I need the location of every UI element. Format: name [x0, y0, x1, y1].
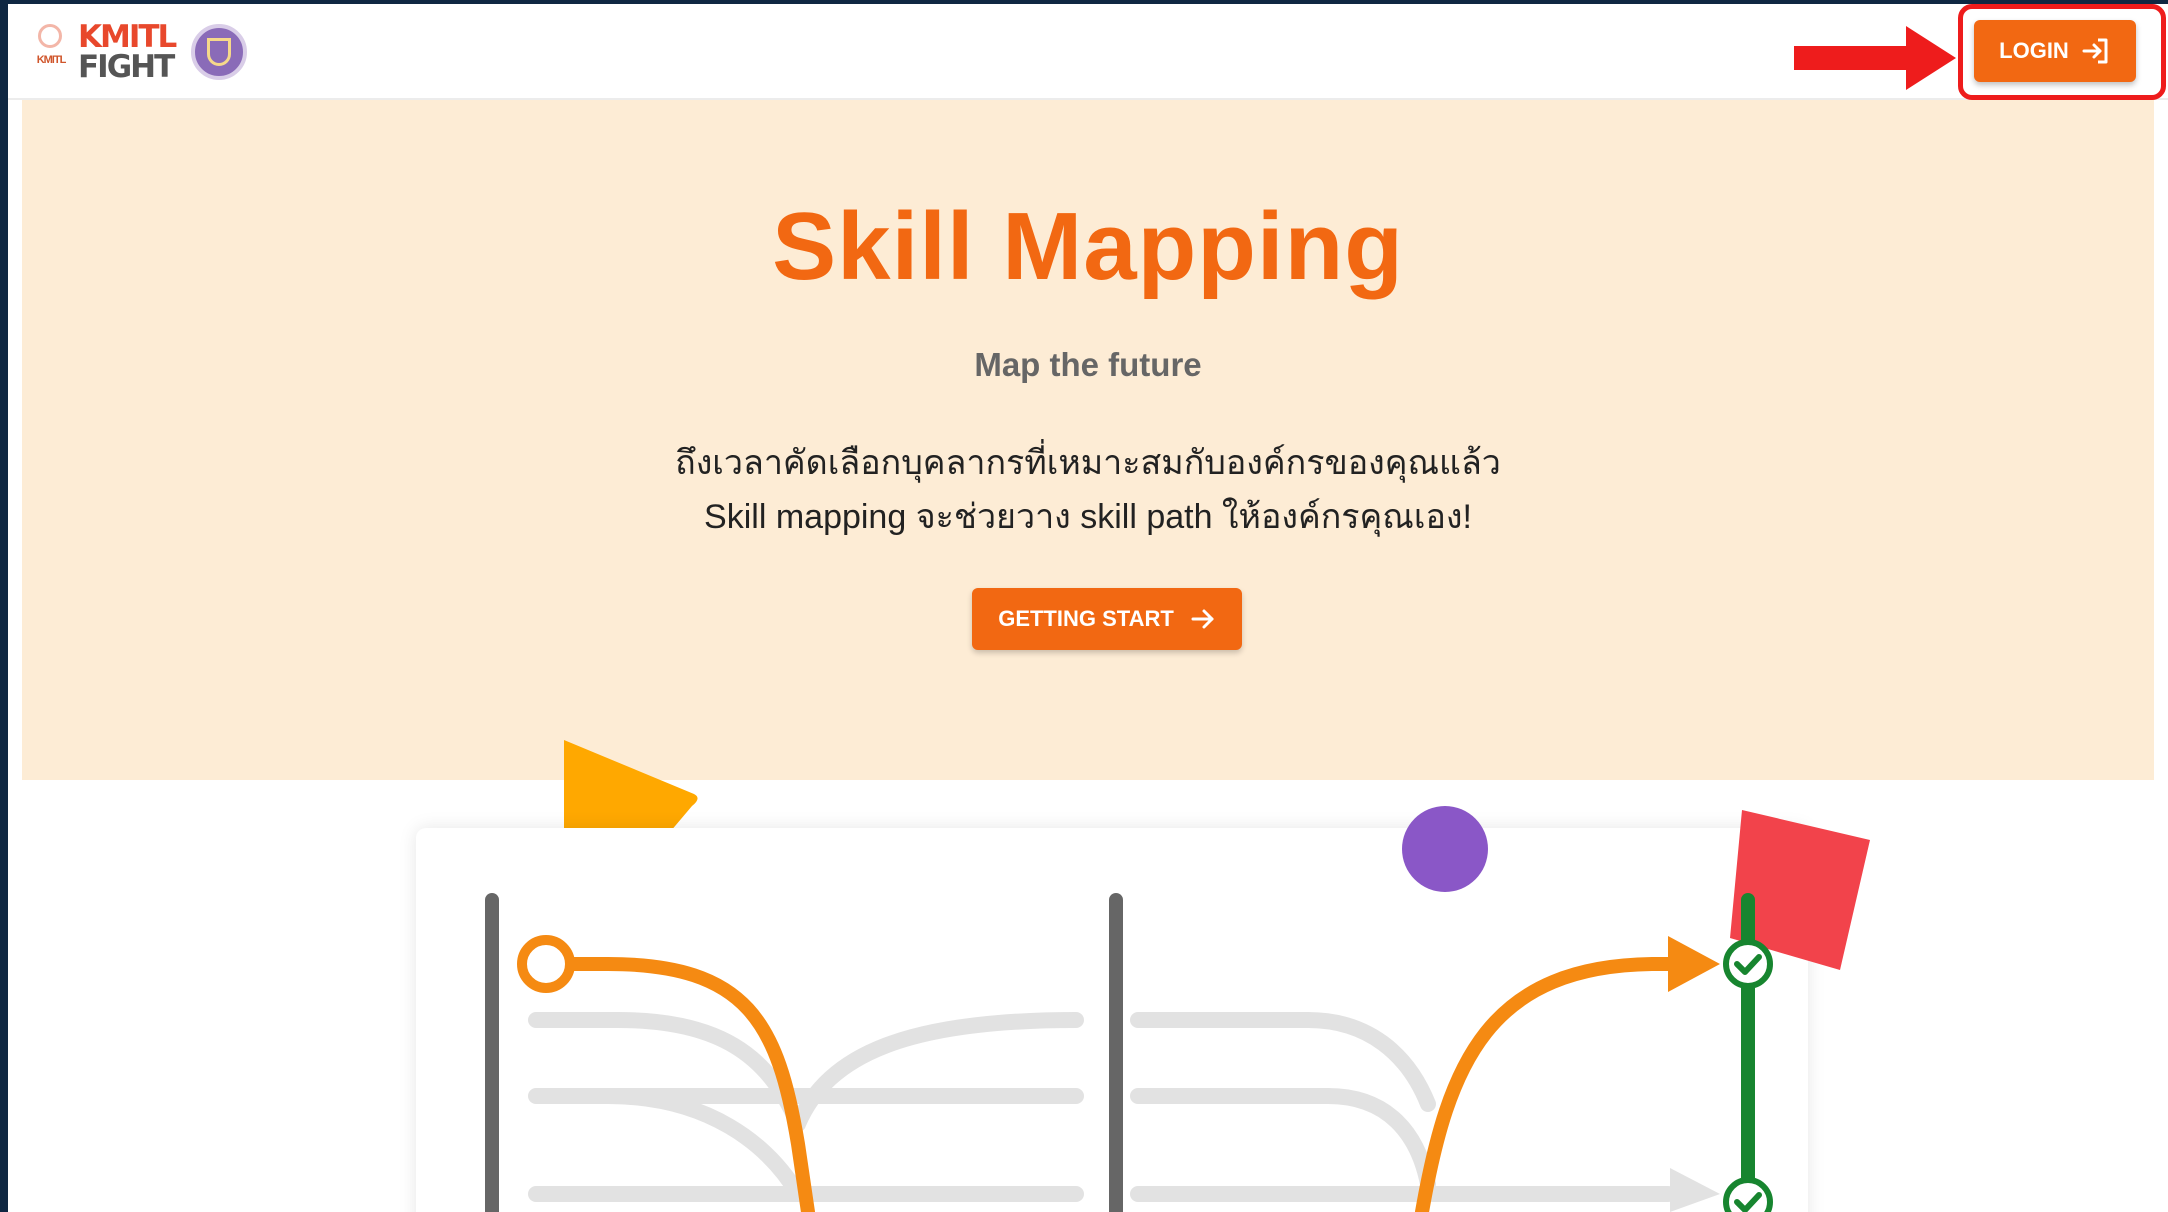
browser-viewport: KMITL KMITL FIGHT LOGIN Skill Mapping Ma…	[8, 4, 2168, 1212]
grey-arrowhead-icon	[1670, 1168, 1720, 1212]
check-circle-icon	[1723, 1177, 1773, 1212]
skill-path-diagram	[485, 893, 1773, 1212]
wordmark-line-1: KMITL	[78, 19, 177, 55]
background-paths	[528, 1012, 1676, 1202]
page-title: Skill Mapping	[772, 193, 1404, 300]
path-arrowhead-icon	[1668, 936, 1720, 992]
kmitl-fight-wordmark: KMITL FIGHT	[78, 19, 177, 85]
hero-description-line-2: Skill mapping จะช่วยวาง skill path ให้อง…	[704, 498, 1472, 536]
hero-description: ถึงเวลาคัดเลือกบุคลากรที่เหมาะสมกับองค์ก…	[22, 436, 2154, 544]
kmitl-seal-logo: KMITL	[34, 22, 68, 82]
arrow-right-icon	[1191, 609, 1214, 629]
hero-subtitle: Map the future	[974, 346, 1202, 383]
wordmark-line-2: FIGHT	[78, 49, 175, 85]
hero-section: Skill Mapping Map the future ถึงเวลาคัดเ…	[22, 100, 2154, 780]
skill-map-illustration	[8, 724, 2168, 1212]
hero-description-line-1: ถึงเวลาคัดเลือกบุคลากรที่เหมาะสมกับองค์ก…	[675, 444, 1501, 482]
getting-start-button[interactable]: GETTING START	[972, 588, 1242, 650]
top-navbar: KMITL KMITL FIGHT LOGIN	[8, 4, 2168, 100]
logo[interactable]: KMITL KMITL FIGHT	[34, 18, 248, 86]
check-circle-icon	[1723, 939, 1773, 989]
login-button[interactable]: LOGIN	[1974, 20, 2136, 82]
login-label: LOGIN	[1999, 38, 2069, 63]
annotation-arrow-icon	[1794, 26, 1956, 90]
faculty-emblem-icon	[191, 24, 248, 80]
login-icon	[2082, 38, 2108, 64]
start-node-icon	[517, 935, 575, 993]
getting-start-label: GETTING START	[998, 606, 1174, 631]
